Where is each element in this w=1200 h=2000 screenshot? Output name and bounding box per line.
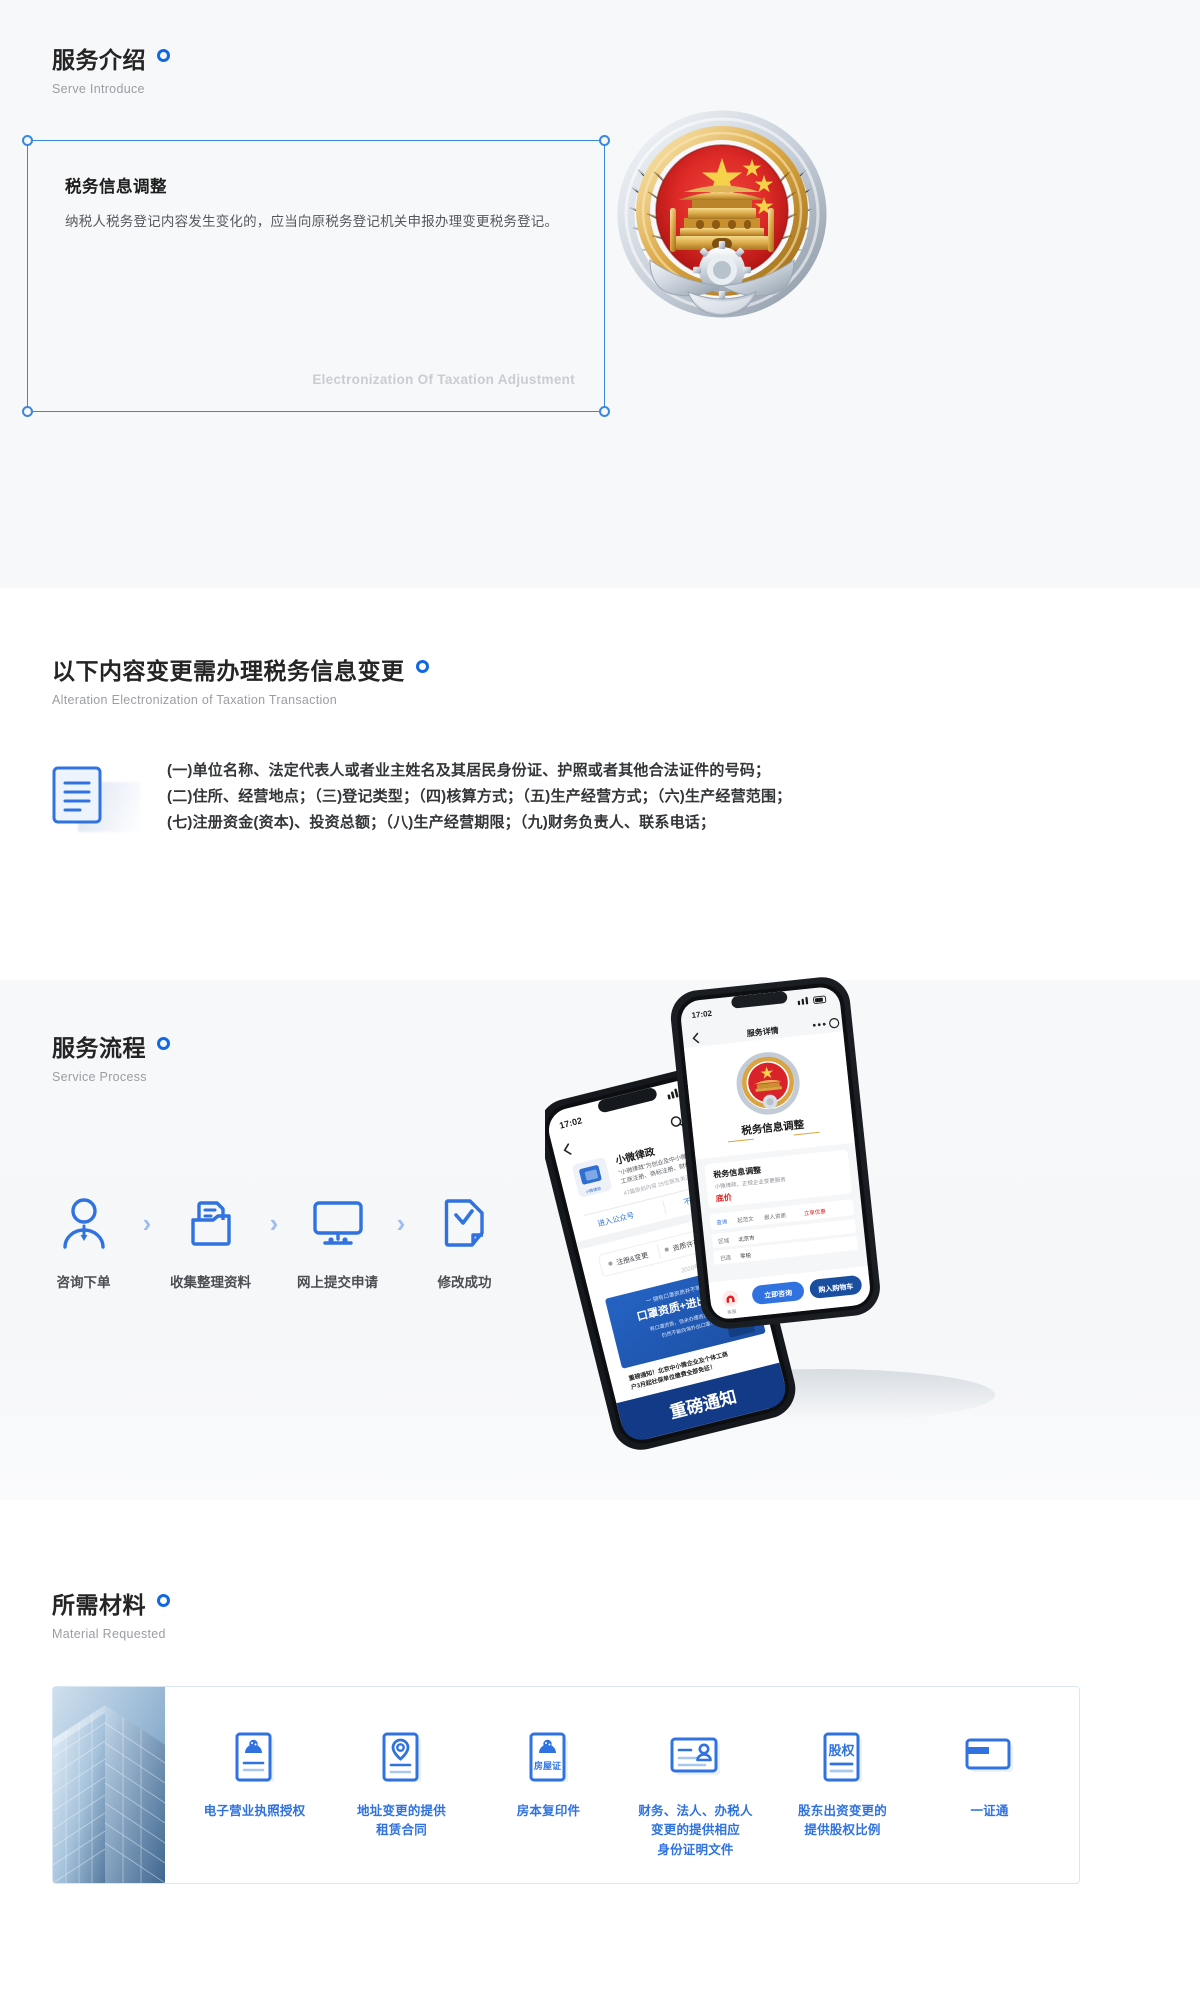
section-service-intro: 服务介绍 Serve Introduce 税务信息调整 纳税人税务登记内容发生变… [0,0,1200,588]
document-check-icon [443,1195,487,1251]
material-item-4-line-1: 财务、法人、办税人 [638,1804,753,1818]
material-item-2[interactable]: 地址变更的提供 租赁合同 [332,1729,472,1841]
chevron-right-icon: › [396,1207,406,1238]
material-item-3[interactable]: 房屋证 房本复印件 [479,1729,619,1821]
material-item-2-label: 地址变更的提供 租赁合同 [357,1802,446,1841]
process-step-4-label: 修改成功 [437,1275,492,1290]
national-emblem-icon [592,110,852,350]
material-item-1-label: 电子营业执照授权 [203,1804,306,1818]
intro-heading: 服务介绍 Serve Introduce [52,47,171,96]
phone-mockups: 17:02 小微律政 小微律政 “小微律政”为创业及中小微企业提供 工商注册、商… [538,975,1185,1495]
intro-card: 税务信息调整 纳税人税务登记内容发生变化的，应当向原税务登记机关申报办理变更税务… [22,135,610,417]
alteration-heading: 以下内容变更需办理税务信息变更 Alteration Electronizati… [52,658,429,707]
material-item-4-line-2: 变更的提供相应 [651,1823,740,1838]
circle-marker-icon [157,49,171,62]
process-step-2[interactable]: 收集整理资料 [163,1195,258,1291]
process-title: 服务流程 [52,1035,146,1061]
material-item-5-label: 股东出资变更的 提供股权比例 [798,1802,887,1841]
chevron-right-icon: › [142,1207,152,1238]
process-step-3[interactable]: 网上提交申请 [290,1195,385,1291]
material-item-5[interactable]: 股权 股东出资变更的 提供股权比例 [773,1729,913,1841]
house-cert-badge: 房屋证 [533,1760,560,1771]
file-box-icon [185,1195,237,1251]
house-cert-icon: 房屋证 [529,1729,569,1785]
alteration-line-2: (二)住所、经营地点；（三)登记类型；（四)核算方式；（五)生产经营方式；（六)… [167,787,792,805]
material-item-2-line-1: 地址变更的提供 [357,1804,446,1818]
process-step-1-label: 咨询下单 [56,1275,111,1290]
page-title: 服务介绍 [52,47,146,73]
process-steps: 咨询下单 › 收集整理资料 › 网上提交申请 › 修改成功 [36,1195,536,1291]
alteration-title: 以下内容变更需办理税务信息变更 [52,658,405,684]
corner-dot-bottom-right [599,406,610,417]
office-building-photo [53,1687,165,1883]
id-card-icon [670,1729,722,1785]
section-alteration-list: 以下内容变更需办理税务信息变更 Alteration Electronizati… [0,588,1200,980]
user-icon [59,1195,109,1251]
corner-dot-bottom-left [22,406,33,417]
alteration-lines: (一)单位名称、法定代表人或者业主姓名及其居民身份证、护照或者其他合法证件的号码… [167,758,791,835]
circle-marker-icon [157,1594,171,1607]
equity-badge: 股权 [828,1743,855,1758]
materials-panel: 电子营业执照授权 地址变更的提供 租赁合同 房屋证 房本复印件 财务、法人、办税… [52,1686,1080,1884]
alteration-subtitle: Alteration Electronization of Taxation T… [52,692,338,707]
monitor-icon [311,1195,365,1251]
section-materials: 所需材料 Material Requested 电子营业执照授权 地址变更的提供… [0,1500,1200,2000]
material-item-6[interactable]: 一证通 [920,1729,1060,1821]
alteration-line-1: (一)单位名称、法定代表人或者业主姓名及其居民身份证、护照或者其他合法证件的号码… [167,762,771,779]
process-heading: 服务流程 Service Process [52,1035,171,1084]
section-service-process: 服务流程 Service Process 咨询下单 › 收集整理资料 › 网上提… [0,977,1200,1500]
material-item-5-line-1: 股东出资变更的 [798,1804,887,1818]
alteration-content: (一)单位名称、法定代表人或者业主姓名及其居民身份证、护照或者其他合法证件的号码… [52,758,791,835]
material-item-4[interactable]: 财务、法人、办税人 变更的提供相应 身份证明文件 [626,1729,766,1860]
location-doc-icon [382,1729,422,1785]
intro-card-title: 税务信息调整 [65,178,167,196]
process-step-2-label: 收集整理资料 [170,1275,251,1290]
materials-subtitle: Material Requested [52,1626,166,1641]
process-step-1[interactable]: 咨询下单 [36,1195,131,1291]
materials-items: 电子营业执照授权 地址变更的提供 租赁合同 房屋证 房本复印件 财务、法人、办税… [165,1687,1079,1883]
phone-right: 17:02 服务详情 税务信息调整 税务信息调整 小微律政，正规企业变更服务 底… [670,977,880,1329]
material-item-4-label: 财务、法人、办税人 变更的提供相应 身份证明文件 [638,1802,752,1860]
intro-card-body: 纳税人税务登记内容发生变化的，应当向原税务登记机关申报办理变更税务登记。 [65,214,559,229]
corner-dot-top-left [22,135,33,146]
material-item-3-label: 房本复印件 [516,1804,581,1818]
material-item-2-line-2: 租赁合同 [376,1823,427,1838]
svg-text:底价: 底价 [714,1192,733,1204]
chevron-right-icon: › [269,1207,279,1238]
process-step-3-label: 网上提交申请 [297,1275,378,1290]
license-doc-icon [235,1729,275,1785]
page-root: 服务介绍 Serve Introduce 税务信息调整 纳税人税务登记内容发生变… [0,0,1200,2000]
intro-subtitle: Serve Introduce [52,81,145,96]
process-subtitle: Service Process [52,1069,147,1084]
document-lines-icon [52,766,140,832]
equity-doc-icon: 股权 [823,1729,863,1785]
circle-marker-icon [415,660,429,673]
materials-title: 所需材料 [52,1592,146,1618]
card-icon [965,1729,1015,1785]
material-item-6-label: 一证通 [970,1804,1009,1818]
material-item-4-line-3: 身份证明文件 [657,1842,734,1857]
material-item-1[interactable]: 电子营业执照授权 [185,1729,325,1821]
material-item-5-line-2: 提供股权比例 [804,1823,881,1838]
circle-marker-icon [157,1037,171,1050]
alteration-line-3: (七)注册资金(资本)、投资总额；（八)生产经营期限；（九)财务负责人、联系电话… [167,813,716,831]
intro-watermark: Electronization Of Taxation Adjustment [312,372,575,387]
materials-heading: 所需材料 Material Requested [52,1592,171,1641]
process-step-4[interactable]: 修改成功 [417,1195,512,1291]
